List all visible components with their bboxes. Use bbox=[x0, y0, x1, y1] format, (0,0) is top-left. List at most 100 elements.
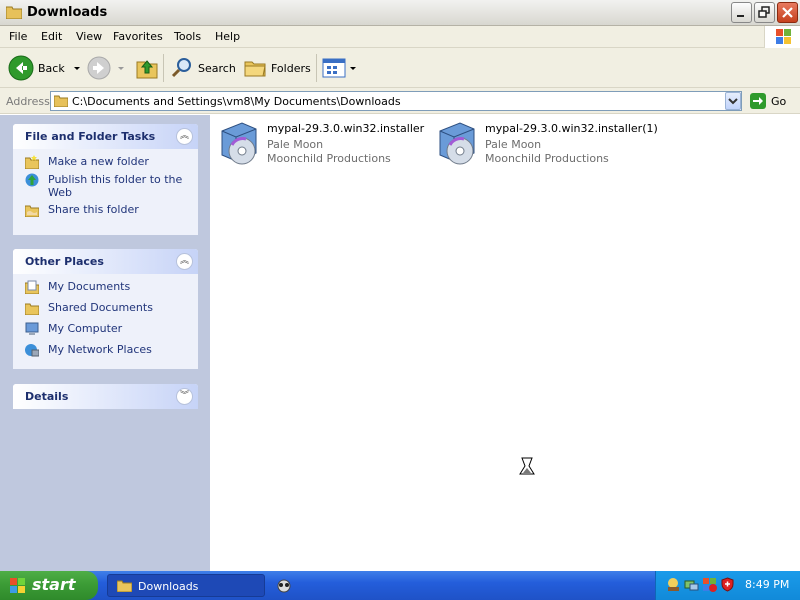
file-folder-tasks-panel: File and Folder Tasks ︽ Make a new folde… bbox=[13, 124, 198, 235]
collapse-icon[interactable]: ︽ bbox=[176, 253, 193, 270]
toolbar-separator bbox=[316, 54, 317, 82]
restore-icon bbox=[758, 6, 770, 18]
task-publish-web[interactable]: Publish this folder to the Web bbox=[25, 173, 190, 199]
menu-file[interactable]: File bbox=[9, 30, 27, 43]
quick-launch-icon[interactable] bbox=[276, 577, 292, 593]
address-input[interactable]: C:\Documents and Settings\vm8\My Documen… bbox=[50, 91, 742, 111]
taskbar: start Downloads 8:49 PM bbox=[0, 571, 800, 600]
title-bar[interactable]: Downloads bbox=[0, 0, 800, 26]
back-label: Back bbox=[38, 61, 65, 75]
folder-icon bbox=[117, 580, 132, 592]
place-my-documents[interactable]: My Documents bbox=[25, 280, 190, 294]
chevron-down-icon bbox=[728, 98, 738, 105]
my-computer-icon bbox=[25, 322, 39, 335]
network-places-icon bbox=[25, 344, 39, 357]
search-button[interactable]: Search bbox=[170, 54, 236, 82]
folder-up-icon bbox=[136, 60, 158, 79]
folders-label: Folders bbox=[271, 61, 311, 75]
close-button[interactable] bbox=[777, 2, 798, 23]
menu-view[interactable]: View bbox=[76, 30, 102, 43]
search-label: Search bbox=[198, 61, 236, 75]
chevron-down-icon[interactable] bbox=[348, 63, 358, 73]
menu-help[interactable]: Help bbox=[215, 30, 240, 43]
folders-button[interactable]: Folders bbox=[243, 54, 311, 82]
panel-title: Other Places bbox=[25, 255, 104, 268]
menu-favorites[interactable]: Favorites bbox=[113, 30, 163, 43]
back-button[interactable]: Back bbox=[8, 54, 82, 82]
system-tray: 8:49 PM bbox=[655, 571, 800, 600]
file-name: mypal-29.3.0.win32.installer bbox=[267, 122, 425, 135]
file-list[interactable]: mypal-29.3.0.win32.installer Pale Moon M… bbox=[210, 115, 800, 571]
publish-web-icon bbox=[25, 173, 39, 187]
menu-bar: File Edit View Favorites Tools Help bbox=[0, 26, 800, 48]
place-shared-documents[interactable]: Shared Documents bbox=[25, 301, 190, 315]
task-label: My Network Places bbox=[48, 343, 152, 356]
forward-arrow-icon bbox=[87, 56, 111, 80]
share-folder-icon bbox=[25, 205, 39, 217]
taskbar-button-downloads[interactable]: Downloads bbox=[107, 574, 265, 597]
tray-app-icon[interactable] bbox=[666, 577, 681, 592]
task-label: My Documents bbox=[48, 280, 131, 293]
address-label: Address bbox=[6, 95, 50, 108]
place-my-computer[interactable]: My Computer bbox=[25, 322, 190, 336]
network-icon[interactable] bbox=[684, 577, 699, 592]
expand-icon[interactable]: ︾ bbox=[176, 388, 193, 405]
menu-edit[interactable]: Edit bbox=[41, 30, 62, 43]
views-icon bbox=[322, 58, 346, 78]
go-button[interactable]: Go bbox=[750, 93, 786, 109]
shield-icon[interactable] bbox=[720, 577, 735, 592]
task-label: Publish this folder to the Web bbox=[48, 173, 183, 199]
installer-icon bbox=[439, 122, 475, 165]
search-icon bbox=[171, 58, 191, 78]
installer-icon bbox=[221, 122, 257, 165]
panel-body: My Documents Shared Documents My Compute… bbox=[13, 274, 198, 369]
start-label: start bbox=[32, 575, 76, 594]
task-share-folder[interactable]: Share this folder bbox=[25, 203, 190, 217]
forward-button[interactable] bbox=[86, 54, 126, 82]
new-folder-icon bbox=[25, 155, 39, 169]
views-button[interactable] bbox=[322, 54, 358, 82]
back-arrow-icon bbox=[8, 55, 34, 81]
close-icon bbox=[782, 7, 793, 18]
collapse-icon[interactable]: ︽ bbox=[176, 128, 193, 145]
restore-button[interactable] bbox=[754, 2, 775, 23]
file-name: mypal-29.3.0.win32.installer(1) bbox=[485, 122, 658, 135]
panel-title: Details bbox=[25, 390, 69, 403]
task-pane: File and Folder Tasks ︽ Make a new folde… bbox=[0, 115, 210, 571]
place-network[interactable]: My Network Places bbox=[25, 343, 190, 357]
details-panel: Details ︾ bbox=[13, 384, 198, 409]
window-title: Downloads bbox=[27, 5, 108, 20]
my-documents-icon bbox=[25, 280, 39, 294]
file-description: Pale Moon bbox=[267, 138, 324, 151]
chevron-down-icon[interactable] bbox=[116, 63, 126, 73]
windows-logo bbox=[764, 26, 800, 48]
menu-tools[interactable]: Tools bbox=[174, 30, 201, 43]
busy-cursor-icon bbox=[519, 457, 535, 475]
minimize-icon bbox=[737, 15, 744, 17]
start-button[interactable]: start bbox=[0, 571, 98, 600]
panel-header[interactable]: File and Folder Tasks ︽ bbox=[13, 124, 198, 149]
panel-title: File and Folder Tasks bbox=[25, 130, 156, 143]
task-make-new-folder[interactable]: Make a new folder bbox=[25, 155, 190, 169]
windows-flag-icon bbox=[776, 29, 791, 44]
minimize-button[interactable] bbox=[731, 2, 752, 23]
taskbar-button-label: Downloads bbox=[138, 580, 199, 593]
folders-icon bbox=[244, 61, 266, 77]
address-path: C:\Documents and Settings\vm8\My Documen… bbox=[72, 95, 401, 108]
go-arrow-icon bbox=[750, 93, 766, 109]
clock: 8:49 PM bbox=[745, 578, 790, 591]
security-alert-icon[interactable] bbox=[702, 577, 717, 592]
panel-header[interactable]: Details ︾ bbox=[13, 384, 198, 409]
file-description: Pale Moon bbox=[485, 138, 542, 151]
address-dropdown-button[interactable] bbox=[725, 92, 741, 110]
up-folder-button[interactable] bbox=[135, 54, 159, 82]
task-label: Shared Documents bbox=[48, 301, 153, 314]
folder-icon bbox=[6, 6, 22, 19]
chevron-down-icon[interactable] bbox=[72, 63, 82, 73]
panel-header[interactable]: Other Places ︽ bbox=[13, 249, 198, 274]
other-places-panel: Other Places ︽ My Documents Shared Docum… bbox=[13, 249, 198, 369]
shared-documents-icon bbox=[25, 303, 39, 315]
folder-icon bbox=[54, 95, 68, 107]
go-label: Go bbox=[771, 94, 787, 108]
windows-flag-icon bbox=[10, 578, 25, 593]
